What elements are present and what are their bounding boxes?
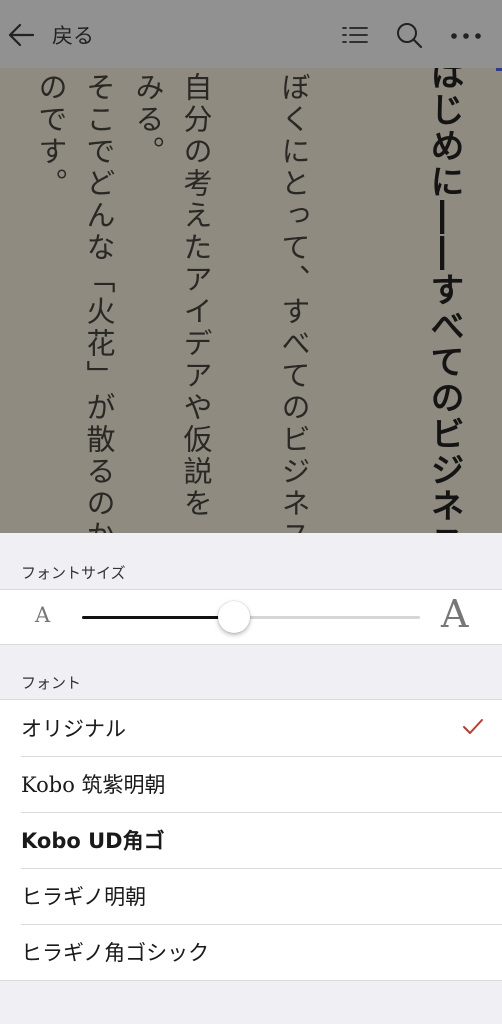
page-text-column: ぼくにとって、すべてのビジネスは「 xyxy=(277,72,311,533)
more-icon[interactable] xyxy=(448,24,484,52)
font-option-kobo-tsukushi-mincho[interactable]: Kobo 筑紫明朝 xyxy=(0,756,502,812)
font-list: オリジナル Kobo 筑紫明朝 Kobo UD角ゴ ヒラギノ明朝 ヒラギノ角ゴシ… xyxy=(0,699,502,981)
slider-thumb[interactable] xyxy=(218,601,251,633)
font-option-label: Kobo 筑紫明朝 xyxy=(21,773,166,797)
back-label: 戻る xyxy=(52,24,94,48)
font-option-label: オリジナル xyxy=(21,717,126,741)
page-text-column: そこでどんな「火花」が散るのか、「 xyxy=(82,72,116,533)
font-size-row: A A xyxy=(0,589,502,645)
top-bar: 戻る xyxy=(0,0,502,68)
font-option-kobo-ud-kakugo[interactable]: Kobo UD角ゴ xyxy=(0,812,502,868)
page-text-column: みる。 xyxy=(131,72,165,168)
font-size-label: フォントサイズ xyxy=(21,565,126,582)
font-option-label: ヒラギノ明朝 xyxy=(21,885,147,909)
slider-fill xyxy=(82,616,235,619)
page-text-column: 自分の考えたアイデアや仮説を「世の xyxy=(179,72,213,533)
large-font-glyph: A xyxy=(441,592,469,636)
list-icon[interactable] xyxy=(340,20,370,54)
font-option-original[interactable]: オリジナル xyxy=(0,700,502,756)
page-heading-column: はじめに――すべてのビジネスは「 xyxy=(424,68,464,533)
font-option-label: ヒラギノ角ゴシック xyxy=(21,941,210,965)
search-icon[interactable] xyxy=(394,20,424,54)
font-size-slider[interactable] xyxy=(82,601,420,633)
page-edge-marker xyxy=(496,68,502,71)
checkmark-icon xyxy=(462,718,484,740)
font-option-hiragino-kakugothic[interactable]: ヒラギノ角ゴシック xyxy=(0,924,502,980)
small-font-glyph: A xyxy=(35,603,51,627)
font-option-hiragino-mincho[interactable]: ヒラギノ明朝 xyxy=(0,868,502,924)
book-page[interactable]: はじめに――すべてのビジネスは「 ぼくにとって、すべてのビジネスは「 自分の考え… xyxy=(0,68,502,533)
arrow-left-icon xyxy=(6,20,36,50)
settings-sheet: フォントサイズ A A フォント オリジナル Kobo 筑紫明朝 Kobo UD… xyxy=(0,533,502,1024)
page-text-column: のです。 xyxy=(34,72,68,200)
font-option-label: Kobo UD角ゴ xyxy=(21,829,165,853)
back-button[interactable]: 戻る xyxy=(6,18,94,52)
font-label: フォント xyxy=(21,675,82,692)
